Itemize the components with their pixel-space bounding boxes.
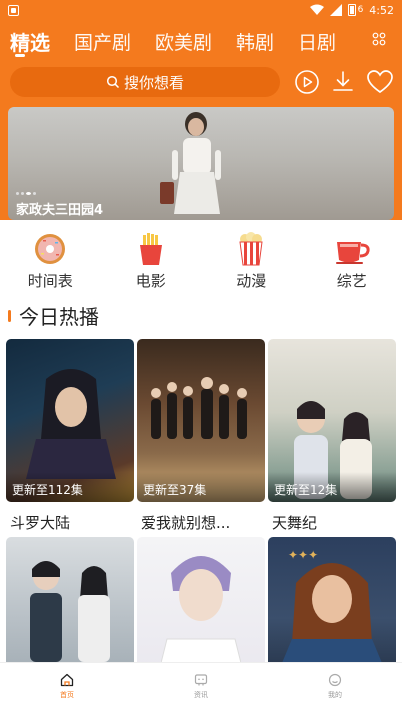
category-movies[interactable]: 电影 [101,232,202,292]
section-accent-bar [8,309,11,322]
download-icon[interactable] [330,69,356,95]
tab-japanese[interactable]: 日剧 [298,28,336,55]
tab-domestic[interactable]: 国产剧 [74,28,131,55]
episode-badge: 更新至12集 [274,483,338,497]
pagination-dot [21,192,24,195]
show-title[interactable]: 爱我就别想... [141,512,267,533]
category-label: 时间表 [27,272,73,290]
pagination-dot [33,192,36,195]
category-label: 动漫 [236,272,267,290]
banner-character-image [160,112,221,214]
fries-icon [139,233,162,265]
banner-title: 家政夫三田园4 [16,203,104,218]
show-poster-art [151,377,247,439]
category-variety[interactable]: 综艺 [302,232,402,292]
category-tabs: 精选 国产剧 欧美剧 韩剧 日剧 [0,20,402,62]
section-title: 今日热播 [19,305,99,329]
profile-icon [328,673,342,687]
nav-home[interactable]: 首页 [0,663,134,714]
category-grid-icon[interactable] [372,32,386,46]
category-label: 电影 [135,272,166,290]
active-tab-indicator [15,54,25,57]
tab-korean[interactable]: 韩剧 [236,28,274,55]
show-poster-art [26,369,116,479]
header: 精选 国产剧 欧美剧 韩剧 日剧 搜你想看 家政夫三田园4 [0,20,402,220]
show-poster-art [161,556,241,663]
category-anime[interactable]: 动漫 [201,232,302,292]
home-icon [60,673,74,687]
favorites-heart-icon[interactable] [366,69,394,95]
show-poster-art [30,561,110,662]
category-shortcuts: 时间表 电影 动漫 综艺 [0,232,402,292]
episode-badge: 更新至37集 [143,483,207,497]
tea-cup-icon [335,242,370,264]
play-history-icon[interactable] [294,69,320,95]
android-notification-icon [8,4,19,16]
battery-level: 6 [357,5,364,15]
search-icon [106,75,120,89]
category-label: 综艺 [336,272,367,290]
section-header: 今日热播 [8,301,99,330]
nav-news[interactable]: 资讯 [134,663,268,714]
nav-label: 资讯 [194,691,208,699]
tab-featured[interactable]: 精选 [10,27,50,56]
search-input[interactable]: 搜你想看 [10,67,280,97]
popcorn-icon [239,232,263,266]
featured-banner[interactable]: 家政夫三田园4 [8,107,394,220]
status-bar: 6 4:52 [0,0,402,20]
show-poster-art: ✦✦✦ [282,548,382,663]
donut-icon [35,234,66,264]
status-time: 4:52 [369,3,394,17]
pagination-dot [16,192,19,195]
battery-icon [347,4,356,16]
search-row: 搜你想看 [0,67,402,101]
nav-label: 我的 [328,691,342,699]
banner-pagination [16,192,36,195]
svg-text:✦✦✦: ✦✦✦ [288,548,318,562]
category-schedule[interactable]: 时间表 [0,232,101,292]
bottom-navigation: 首页 资讯 我的 [0,662,402,714]
show-card[interactable]: 更新至12集 [268,339,396,502]
signal-icon [329,4,342,16]
pagination-dot-active [26,192,31,195]
nav-label: 首页 [60,691,74,699]
news-icon [194,674,208,686]
show-card[interactable]: 更新至37集 [137,339,265,502]
search-placeholder: 搜你想看 [123,73,184,92]
tab-western[interactable]: 欧美剧 [155,28,212,55]
show-title[interactable]: 斗罗大陆 [10,512,136,533]
show-card[interactable]: 更新至112集 [6,339,134,502]
wifi-icon [309,4,324,15]
episode-badge: 更新至112集 [12,483,83,497]
nav-profile[interactable]: 我的 [268,663,402,714]
show-title[interactable]: 天舞纪 [272,512,398,533]
